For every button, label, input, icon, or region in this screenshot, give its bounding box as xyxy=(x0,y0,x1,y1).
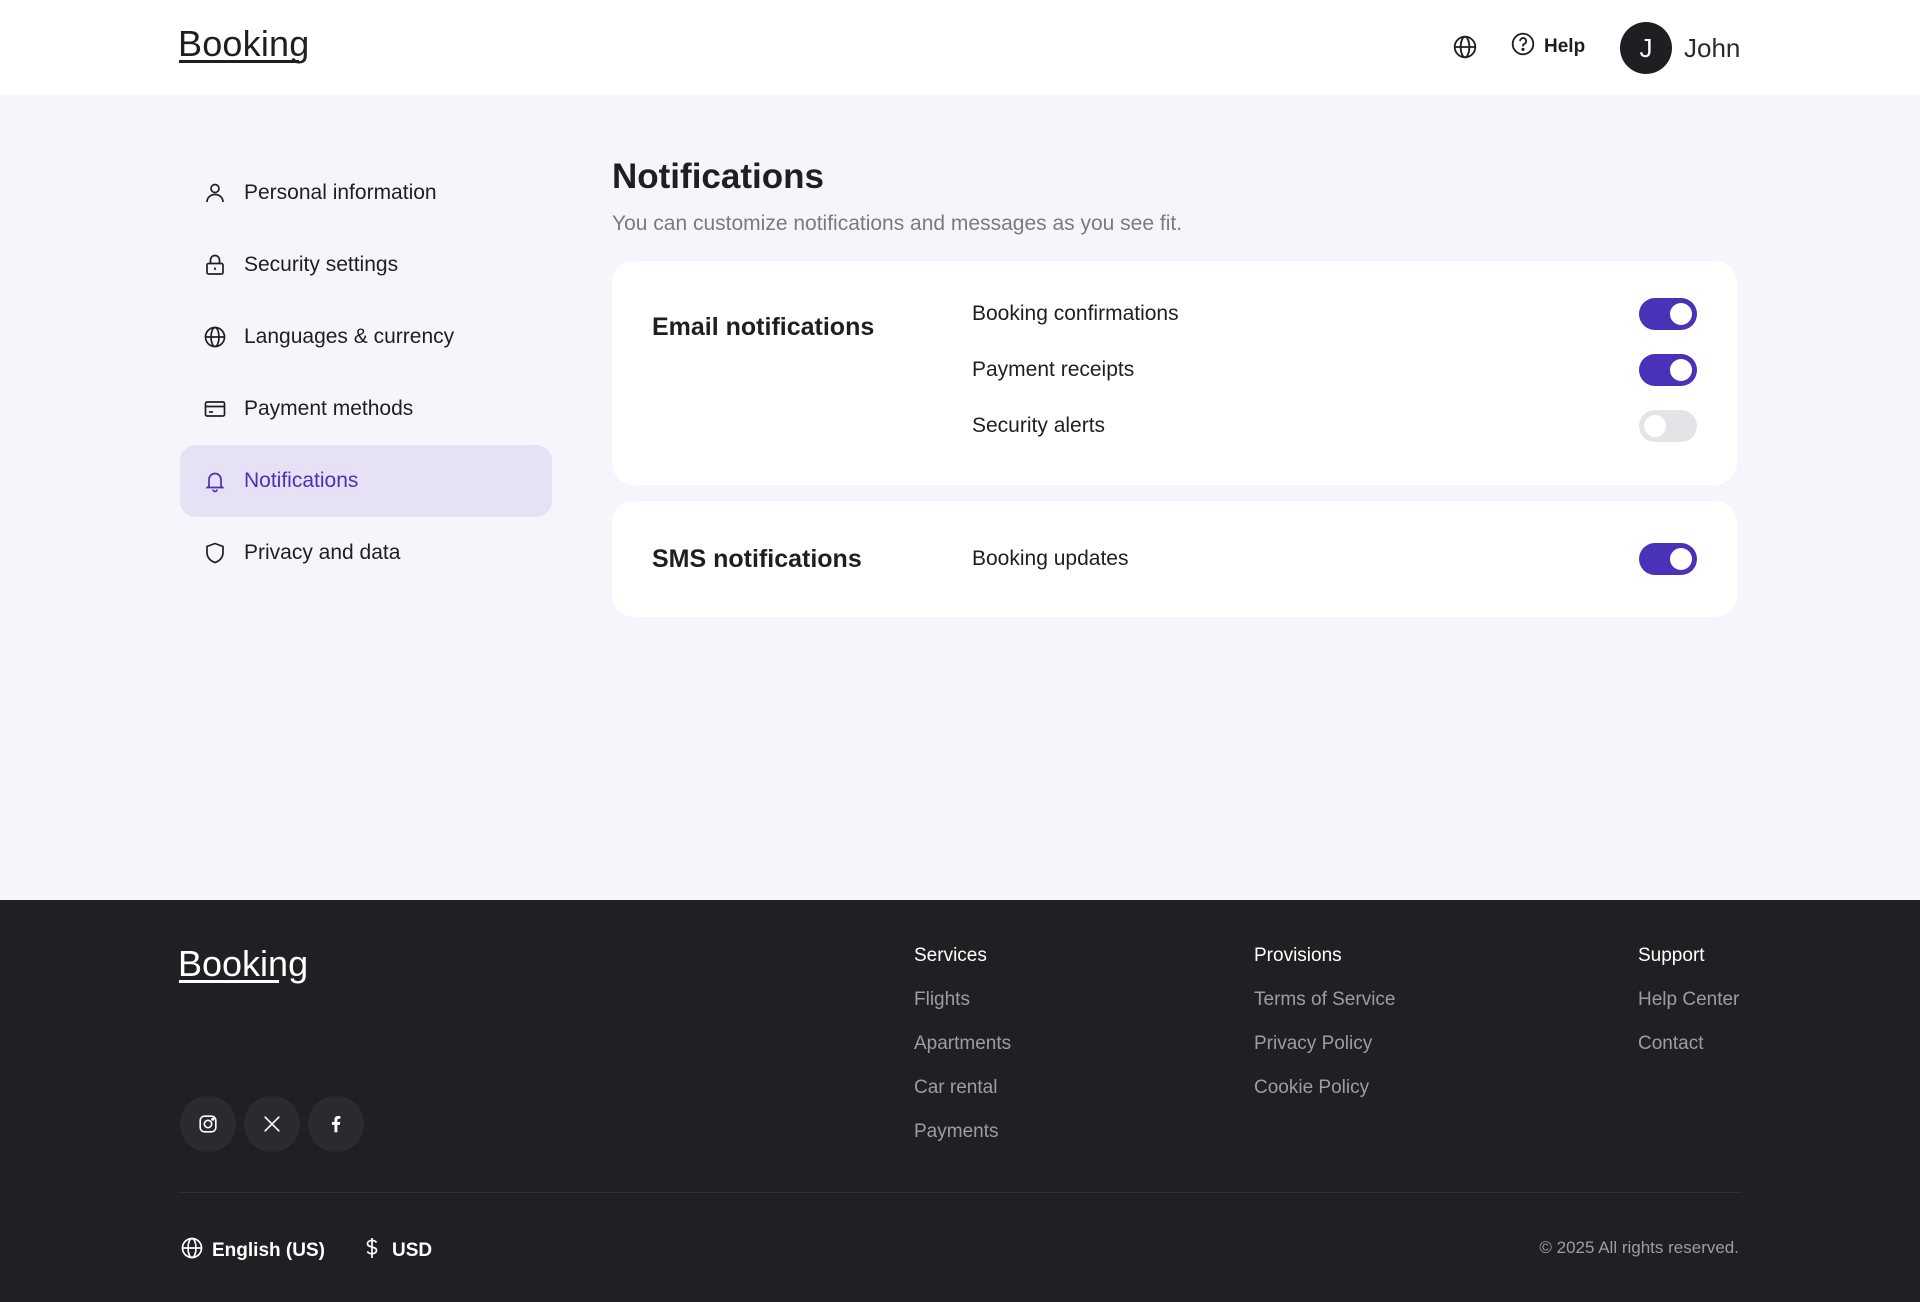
setting-label: Booking updates xyxy=(972,547,1129,570)
footer-link[interactable]: Apartments xyxy=(914,1032,1011,1056)
footer-column-services: Services Flights Apartments Car rental P… xyxy=(914,944,1011,1164)
sidebar-item-privacy-data[interactable]: Privacy and data xyxy=(180,517,552,589)
footer-column-title: Provisions xyxy=(1254,945,1342,966)
page-subtitle: You can customize notifications and mess… xyxy=(612,212,1183,235)
dollar-icon xyxy=(360,1236,384,1266)
security-alerts-toggle[interactable] xyxy=(1639,410,1697,442)
sidebar-item-notifications[interactable]: Notifications xyxy=(180,445,552,517)
facebook-icon[interactable] xyxy=(308,1096,364,1152)
card-title: SMS notifications xyxy=(652,545,862,573)
sidebar-item-label: Payment methods xyxy=(244,397,414,420)
lock-icon xyxy=(202,252,228,278)
footer-link[interactable]: Contact xyxy=(1638,1032,1739,1056)
bell-icon xyxy=(202,468,228,494)
footer-column-title: Support xyxy=(1638,945,1705,966)
globe-icon[interactable] xyxy=(1452,34,1478,60)
setting-row: Payment receipts xyxy=(972,353,1697,387)
payment-receipts-toggle[interactable] xyxy=(1639,354,1697,386)
setting-label: Booking confirmations xyxy=(972,302,1179,325)
footer-divider xyxy=(178,1192,1742,1193)
footer-logo-underline xyxy=(179,980,279,983)
credit-card-icon xyxy=(202,396,228,422)
sidebar-item-payment-methods[interactable]: Payment methods xyxy=(180,373,552,445)
sidebar-item-label: Security settings xyxy=(244,253,399,276)
copyright: © 2025 All rights reserved. xyxy=(1539,1238,1739,1257)
user-icon xyxy=(202,180,228,206)
booking-confirmations-toggle[interactable] xyxy=(1639,298,1697,330)
setting-row: Booking confirmations xyxy=(972,297,1697,331)
currency-selector[interactable]: USD xyxy=(360,1236,432,1266)
avatar[interactable]: J xyxy=(1620,22,1672,74)
sidebar-item-languages-currency[interactable]: Languages & currency xyxy=(180,301,552,373)
language-selector[interactable]: English (US) xyxy=(180,1236,325,1266)
footer-link[interactable]: Help Center xyxy=(1638,988,1739,1012)
social-links xyxy=(180,1096,364,1152)
currency-label: USD xyxy=(392,1240,433,1261)
settings-sidebar: Personal information Security settings L… xyxy=(180,157,552,589)
footer-column-support: Support Help Center Contact xyxy=(1638,944,1739,1076)
footer-column-provisions: Provisions Terms of Service Privacy Poli… xyxy=(1254,944,1395,1120)
booking-updates-toggle[interactable] xyxy=(1639,543,1697,575)
email-notifications-card: Email notifications Booking confirmation… xyxy=(612,261,1737,485)
setting-label: Security alerts xyxy=(972,414,1106,437)
sms-notifications-card: SMS notifications Booking updates xyxy=(612,501,1737,617)
page-title: Notifications xyxy=(612,157,824,196)
language-label: English (US) xyxy=(212,1240,325,1261)
card-title: Email notifications xyxy=(652,313,875,341)
sidebar-item-label: Privacy and data xyxy=(244,541,401,564)
setting-row: Security alerts xyxy=(972,409,1697,443)
help-label: Help xyxy=(1544,36,1586,57)
x-icon[interactable] xyxy=(244,1096,300,1152)
setting-row: Booking updates xyxy=(972,542,1697,576)
footer-link[interactable]: Terms of Service xyxy=(1254,988,1395,1012)
user-name[interactable]: John xyxy=(1684,32,1740,64)
footer-link[interactable]: Flights xyxy=(914,988,1011,1012)
sidebar-item-personal-information[interactable]: Personal information xyxy=(180,157,552,229)
footer-link[interactable]: Payments xyxy=(914,1120,1011,1144)
footer: Booking Services Flights Apartments Car … xyxy=(0,900,1920,1302)
footer-link[interactable]: Privacy Policy xyxy=(1254,1032,1395,1056)
setting-label: Payment receipts xyxy=(972,358,1135,381)
instagram-icon[interactable] xyxy=(180,1096,236,1152)
logo-underline xyxy=(179,60,299,63)
globe-icon xyxy=(202,324,228,350)
top-header: Booking Help J John xyxy=(0,0,1920,95)
shield-icon xyxy=(202,540,228,566)
footer-column-title: Services xyxy=(914,945,987,966)
sidebar-item-label: Personal information xyxy=(244,181,437,204)
main-content: Notifications You can customize notifica… xyxy=(612,155,1737,617)
footer-link[interactable]: Car rental xyxy=(914,1076,1011,1100)
footer-link[interactable]: Cookie Policy xyxy=(1254,1076,1395,1100)
sidebar-item-security-settings[interactable]: Security settings xyxy=(180,229,552,301)
sidebar-item-label: Languages & currency xyxy=(244,325,455,348)
help-button[interactable]: Help xyxy=(1510,31,1586,63)
sidebar-item-label: Notifications xyxy=(244,469,359,492)
globe-icon xyxy=(180,1236,204,1266)
help-circle-icon xyxy=(1510,31,1536,63)
